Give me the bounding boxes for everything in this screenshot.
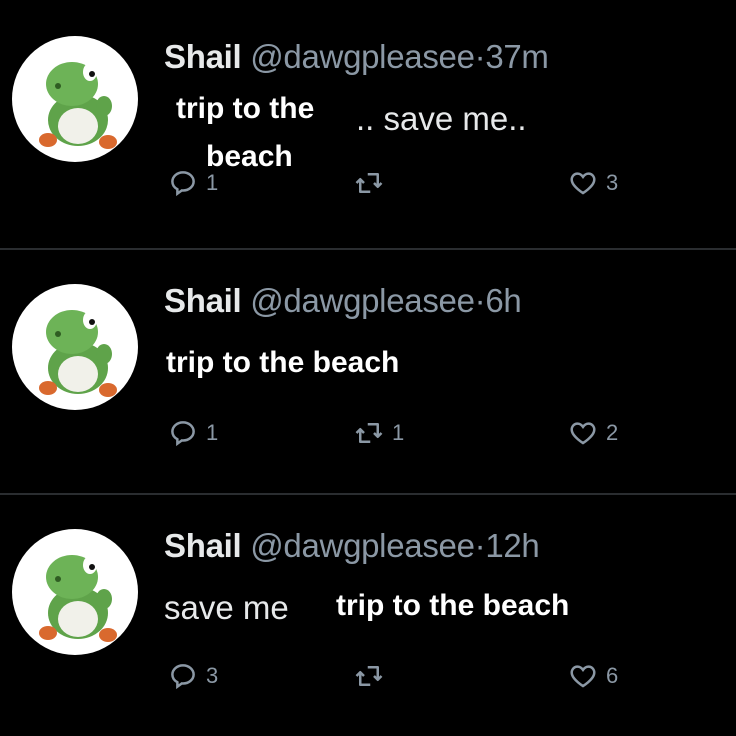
tweet-actions: 1 3 xyxy=(164,168,664,208)
heart-icon xyxy=(570,422,596,445)
tweet[interactable]: Shail @dawgpleasee·6h trip to the beach … xyxy=(0,250,736,495)
tweet-header: Shail @dawgpleasee·6h xyxy=(164,282,522,320)
heart-icon xyxy=(570,665,596,688)
reply-icon xyxy=(171,171,195,197)
retweet-button[interactable] xyxy=(354,168,392,198)
separator-dot: · xyxy=(474,527,486,564)
user-handle[interactable]: @dawgpleasee xyxy=(250,527,475,564)
reply-button[interactable]: 3 xyxy=(168,661,218,691)
display-name[interactable]: Shail xyxy=(164,527,242,564)
retweet-count: 1 xyxy=(392,420,405,445)
retweet-icon xyxy=(355,666,383,686)
user-handle[interactable]: @dawgpleasee xyxy=(250,38,475,75)
timestamp[interactable]: 6h xyxy=(485,282,521,319)
like-button[interactable]: 3 xyxy=(568,168,618,198)
reply-count: 1 xyxy=(206,420,219,445)
reply-button[interactable]: 1 xyxy=(168,168,218,198)
reply-count: 3 xyxy=(206,663,219,688)
like-button[interactable]: 2 xyxy=(568,418,618,448)
retweet-icon xyxy=(355,423,383,443)
tweet-header: Shail @dawgpleasee·37m xyxy=(164,38,549,76)
overlay-text: trip to the xyxy=(176,92,315,125)
retweet-button[interactable] xyxy=(354,661,392,691)
display-name[interactable]: Shail xyxy=(164,38,242,75)
avatar[interactable] xyxy=(12,529,138,655)
reply-button[interactable]: 1 xyxy=(168,418,218,448)
tweet[interactable]: Shail @dawgpleasee·12h save me trip to t… xyxy=(0,495,736,736)
tweet-header: Shail @dawgpleasee·12h xyxy=(164,527,540,565)
retweet-icon xyxy=(355,173,383,193)
timestamp[interactable]: 37m xyxy=(485,38,549,75)
like-count: 6 xyxy=(606,663,619,688)
heart-icon xyxy=(570,172,596,195)
separator-dot: · xyxy=(474,282,486,319)
separator-dot: · xyxy=(474,38,486,75)
tweet-actions: 1 1 2 xyxy=(164,418,664,458)
timestamp[interactable]: 12h xyxy=(485,527,539,564)
user-handle[interactable]: @dawgpleasee xyxy=(250,282,475,319)
display-name[interactable]: Shail xyxy=(164,282,242,319)
avatar[interactable] xyxy=(12,284,138,410)
like-button[interactable]: 6 xyxy=(568,661,618,691)
like-count: 3 xyxy=(606,170,619,195)
tweet-text: save me xyxy=(164,589,289,626)
tweet-text: .. save me.. xyxy=(356,100,527,137)
tweet-actions: 3 6 xyxy=(164,661,664,701)
avatar[interactable] xyxy=(12,36,138,162)
reply-count: 1 xyxy=(206,170,219,195)
tweet[interactable]: Shail @dawgpleasee·37m trip to the beach… xyxy=(0,0,736,250)
tweet-feed: Shail @dawgpleasee·37m trip to the beach… xyxy=(0,0,736,736)
retweet-button[interactable]: 1 xyxy=(354,418,404,448)
reply-icon xyxy=(171,664,195,690)
like-count: 2 xyxy=(606,420,619,445)
reply-icon xyxy=(171,421,195,447)
overlay-text: trip to the beach xyxy=(166,346,400,379)
overlay-text: trip to the beach xyxy=(336,589,570,622)
